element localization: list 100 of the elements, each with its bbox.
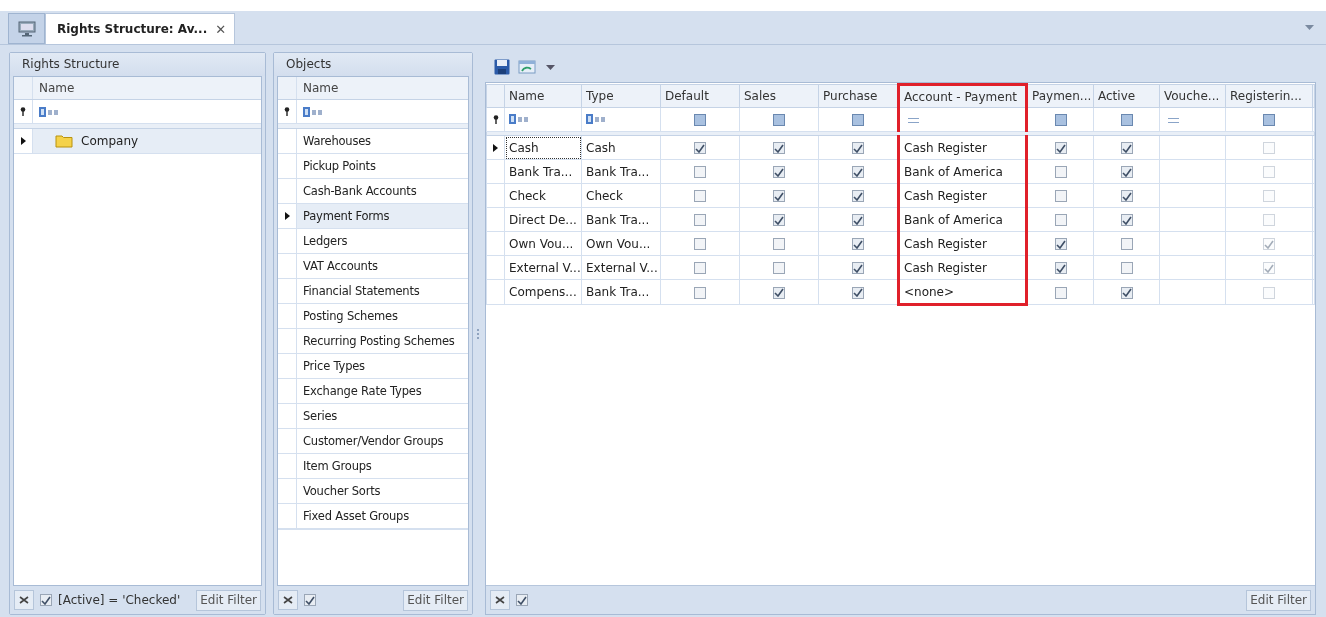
column-header[interactable]: Vouche... (1159, 84, 1226, 108)
checkbox[interactable] (773, 262, 785, 274)
column-header[interactable]: Paymen... (1026, 84, 1094, 108)
table-cell: Bank of America (904, 212, 1003, 227)
checkbox[interactable] (694, 214, 706, 226)
grid-row[interactable]: Direct De... Bank Tra... Bank of America (486, 207, 1315, 232)
checkbox[interactable] (1120, 166, 1133, 178)
checkbox-filter-icon[interactable] (1263, 114, 1275, 126)
object-row[interactable]: Exchange Rate Types (278, 379, 468, 404)
object-row[interactable]: Pickup Points (278, 154, 468, 179)
equals-filter-icon[interactable] (908, 117, 919, 123)
grid-row[interactable]: Own Vou... Own Vou... Cash Register (486, 231, 1315, 256)
pin-icon (492, 114, 499, 124)
checkbox-filter-icon[interactable] (852, 114, 864, 126)
object-row[interactable]: Customer/Vendor Groups (278, 429, 468, 454)
checkbox[interactable] (1120, 238, 1133, 250)
object-row[interactable]: Price Types (278, 354, 468, 379)
close-icon[interactable]: ✕ (215, 21, 227, 37)
object-row[interactable]: Item Groups (278, 454, 468, 479)
document-tab[interactable]: Rights Structure: Av... ✕ (45, 13, 236, 44)
checkbox-filter-icon[interactable] (1054, 114, 1067, 126)
checkbox[interactable] (1120, 190, 1133, 202)
checkbox[interactable] (773, 286, 785, 299)
checkbox[interactable] (852, 190, 864, 202)
checkbox[interactable] (1120, 214, 1133, 226)
dropdown-caret-icon[interactable] (1305, 25, 1314, 30)
column-header[interactable]: Type (581, 84, 661, 108)
text-filter-icon[interactable] (586, 113, 606, 124)
checkbox[interactable] (773, 142, 785, 154)
grid-row[interactable]: Cash Cash Cash Register (486, 135, 1315, 160)
grid-row[interactable]: Check Check Cash Register (486, 183, 1315, 208)
checkbox[interactable] (694, 238, 706, 250)
checkbox-filter-icon[interactable] (1120, 114, 1133, 126)
checkbox[interactable] (852, 262, 864, 274)
grid-row[interactable]: External V... External V... Cash Register (486, 255, 1315, 280)
checkbox[interactable] (694, 142, 706, 154)
checkbox[interactable] (852, 166, 864, 178)
object-row[interactable]: VAT Accounts (278, 254, 468, 279)
text-filter-icon[interactable] (303, 106, 323, 117)
object-label: Ledgers (303, 234, 348, 248)
dropdown-caret-icon[interactable] (546, 64, 555, 70)
object-row[interactable]: Fixed Asset Groups (278, 504, 468, 529)
checkbox[interactable] (852, 238, 864, 250)
text-filter-icon[interactable] (509, 113, 529, 124)
checkbox[interactable] (1120, 262, 1133, 274)
checkbox[interactable] (1054, 238, 1067, 250)
edit-filter-button[interactable]: Edit Filter (196, 589, 261, 611)
checkbox[interactable] (1054, 262, 1067, 274)
object-row[interactable]: Financial Statements (278, 279, 468, 304)
column-header[interactable]: Account - Payment (898, 84, 1027, 108)
checkbox[interactable] (694, 166, 706, 178)
checkbox[interactable] (1054, 286, 1067, 299)
clear-filter-button[interactable] (14, 590, 34, 610)
object-row[interactable]: Posting Schemes (278, 304, 468, 329)
object-row[interactable]: Ledgers (278, 229, 468, 254)
table-export-icon[interactable] (518, 59, 538, 75)
object-row[interactable]: Warehouses (278, 129, 468, 154)
checkbox[interactable] (773, 238, 785, 250)
checkbox[interactable] (773, 166, 785, 178)
object-row[interactable]: Recurring Posting Schemes (278, 329, 468, 354)
clear-filter-button[interactable] (278, 590, 298, 610)
object-label: Posting Schemes (303, 309, 398, 323)
checkbox[interactable] (1120, 286, 1133, 299)
filter-checkbox[interactable] (516, 594, 528, 606)
equals-filter-icon[interactable] (1168, 117, 1179, 123)
text-filter-icon[interactable] (39, 106, 59, 117)
edit-filter-button[interactable]: Edit Filter (403, 589, 468, 611)
column-header[interactable]: Active (1093, 84, 1160, 108)
checkbox[interactable] (694, 262, 706, 274)
checkbox[interactable] (694, 286, 706, 299)
column-header[interactable]: Default (660, 84, 740, 108)
table-cell: External V... (509, 260, 581, 275)
checkbox[interactable] (1054, 142, 1067, 154)
grid-row[interactable]: Compens... Bank Tra... <none> (486, 279, 1315, 305)
table-cell: Own Vou... (586, 236, 651, 251)
checkbox[interactable] (694, 190, 706, 202)
column-header[interactable]: Purchase (818, 84, 899, 108)
checkbox[interactable] (1054, 214, 1067, 226)
checkbox[interactable] (852, 286, 864, 299)
checkbox[interactable] (1054, 166, 1067, 178)
checkbox[interactable] (852, 142, 864, 154)
checkbox[interactable] (1120, 142, 1133, 154)
save-icon[interactable] (494, 59, 510, 75)
checkbox[interactable] (1054, 190, 1067, 202)
checkbox[interactable] (773, 214, 785, 226)
object-row[interactable]: Voucher Sorts (278, 479, 468, 504)
monitor-tab[interactable] (8, 13, 45, 44)
filter-checkbox[interactable] (40, 594, 52, 606)
column-header[interactable]: Name (504, 84, 582, 108)
object-row[interactable]: Series (278, 404, 468, 429)
checkbox-filter-icon[interactable] (773, 114, 785, 126)
grid-row[interactable]: Bank Tra... Bank Tra... Bank of America (486, 159, 1315, 184)
checkbox-filter-icon[interactable] (694, 114, 706, 126)
edit-filter-button[interactable]: Edit Filter (1246, 589, 1311, 611)
clear-filter-button[interactable] (490, 590, 510, 610)
checkbox[interactable] (852, 214, 864, 226)
column-header[interactable]: Sales (739, 84, 819, 108)
monitor-icon (17, 20, 36, 37)
checkbox[interactable] (773, 190, 785, 202)
filter-checkbox[interactable] (304, 594, 316, 606)
